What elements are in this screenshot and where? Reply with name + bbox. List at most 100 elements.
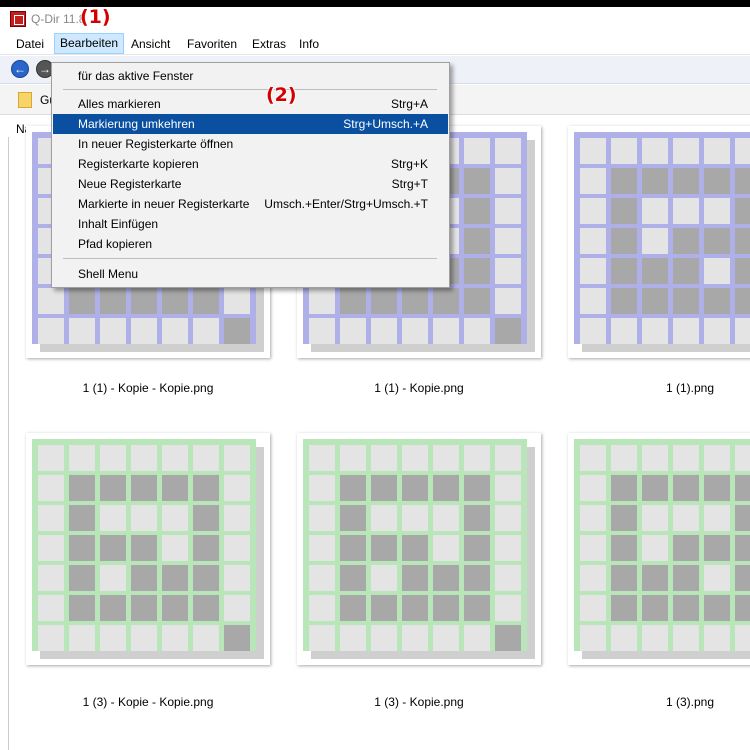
preview-cell [100,475,126,501]
preview-cell [704,168,730,194]
preview-cell [340,445,366,471]
preview-cell [642,168,668,194]
preview-cell [495,535,521,561]
preview-cell [580,318,606,344]
file-thumbnail[interactable] [568,126,750,358]
preview-cell [735,445,750,471]
file-name-label[interactable]: 1 (3) - Kopie.png [297,695,541,709]
preview-cell [162,445,188,471]
preview-cell [100,535,126,561]
preview-cell [611,595,637,621]
menu-item-shortcut: Strg+A [390,97,428,111]
menu-item-open-in-new-tab[interactable]: In neuer Registerkarte öffnen [52,134,449,154]
menu-item-selected-in-new-tab[interactable]: Markierte in neuer Registerkarte Umsch.+… [52,194,449,214]
menu-extras[interactable]: Extras [252,35,286,53]
menu-info[interactable]: Info [299,35,319,53]
file-name-label[interactable]: 1 (3) - Kopie - Kopie.png [26,695,270,709]
menu-item-label: Shell Menu [78,267,139,281]
preview-cell [580,565,606,591]
menu-bearbeiten[interactable]: Bearbeiten [54,33,125,54]
preview-cell [371,595,397,621]
preview-cell [642,505,668,531]
preview-cell [735,505,750,531]
preview-cell [464,505,490,531]
preview-cell [673,198,699,224]
preview-cell [193,625,219,651]
file-name-label[interactable]: 1 (1) - Kopie - Kopie.png [26,381,270,395]
preview-cell [704,535,730,561]
preview-cell [309,475,335,501]
file-name-label[interactable]: 1 (1).png [568,381,750,395]
file-name-label[interactable]: 1 (3).png [568,695,750,709]
preview-cell [224,565,250,591]
image-preview [574,439,750,651]
preview-cell [371,625,397,651]
preview-cell [162,288,188,314]
preview-cell [402,565,428,591]
menu-item-label: für das aktive Fenster [78,69,194,83]
preview-cell [704,138,730,164]
menu-item-select-all[interactable]: Alles markieren Strg+A [52,94,449,114]
preview-cell [611,505,637,531]
preview-cell [193,445,219,471]
preview-cell [611,138,637,164]
preview-cell [38,288,64,314]
preview-cell [495,138,521,164]
preview-cell [495,318,521,344]
preview-cell [340,565,366,591]
menu-item-shell-menu[interactable]: Shell Menu [52,264,449,284]
preview-cell [735,228,750,254]
menu-separator [63,89,437,90]
preview-cell [464,168,490,194]
preview-cell [193,475,219,501]
preview-cell [162,565,188,591]
menu-item-label: In neuer Registerkarte öffnen [78,137,234,151]
preview-cell [371,288,397,314]
preview-cell [673,565,699,591]
file-thumbnail[interactable] [26,433,270,665]
preview-cell [193,318,219,344]
preview-cell [642,445,668,471]
back-arrow-icon[interactable]: ← [11,60,29,78]
menu-ansicht[interactable]: Ansicht [131,35,170,53]
preview-cell [495,505,521,531]
menu-item-shortcut: Strg+T [391,177,428,191]
menu-datei[interactable]: Datei [16,35,44,53]
menu-favoriten[interactable]: Favoriten [187,35,237,53]
menu-item-invert-selection[interactable]: Markierung umkehren Strg+Umsch.+A [53,114,448,134]
preview-cell [371,535,397,561]
preview-cell [642,228,668,254]
file-name-label[interactable]: 1 (1) - Kopie.png [297,381,541,395]
preview-cell [704,445,730,471]
menu-item-label: Inhalt Einfügen [78,217,159,231]
preview-cell [673,318,699,344]
menu-bar: Datei Bearbeiten Ansicht Favoriten Extra… [0,31,750,55]
menu-item-new-tab[interactable]: Neue Registerkarte Strg+T [52,174,449,194]
menu-item-copy-path[interactable]: Pfad kopieren [52,234,449,254]
image-preview [574,132,750,344]
preview-cell [100,445,126,471]
preview-cell [611,288,637,314]
preview-cell [309,288,335,314]
preview-cell [495,288,521,314]
preview-cell [673,228,699,254]
preview-cell [402,505,428,531]
file-thumbnail[interactable] [297,433,541,665]
menu-item-active-window[interactable]: für das aktive Fenster [52,66,449,86]
preview-cell [224,505,250,531]
preview-cell [464,138,490,164]
preview-cell [642,198,668,224]
window-title: Q-Dir 11.8 [31,12,86,26]
preview-cell [495,228,521,254]
preview-cell [433,288,459,314]
preview-cell [673,138,699,164]
preview-cell [309,565,335,591]
preview-cell [704,625,730,651]
preview-cell [673,595,699,621]
menu-item-copy-tab[interactable]: Registerkarte kopieren Strg+K [52,154,449,174]
file-thumbnail[interactable] [568,433,750,665]
preview-cell [131,445,157,471]
menu-item-paste-content[interactable]: Inhalt Einfügen [52,214,449,234]
preview-cell [38,535,64,561]
preview-cell [495,198,521,224]
